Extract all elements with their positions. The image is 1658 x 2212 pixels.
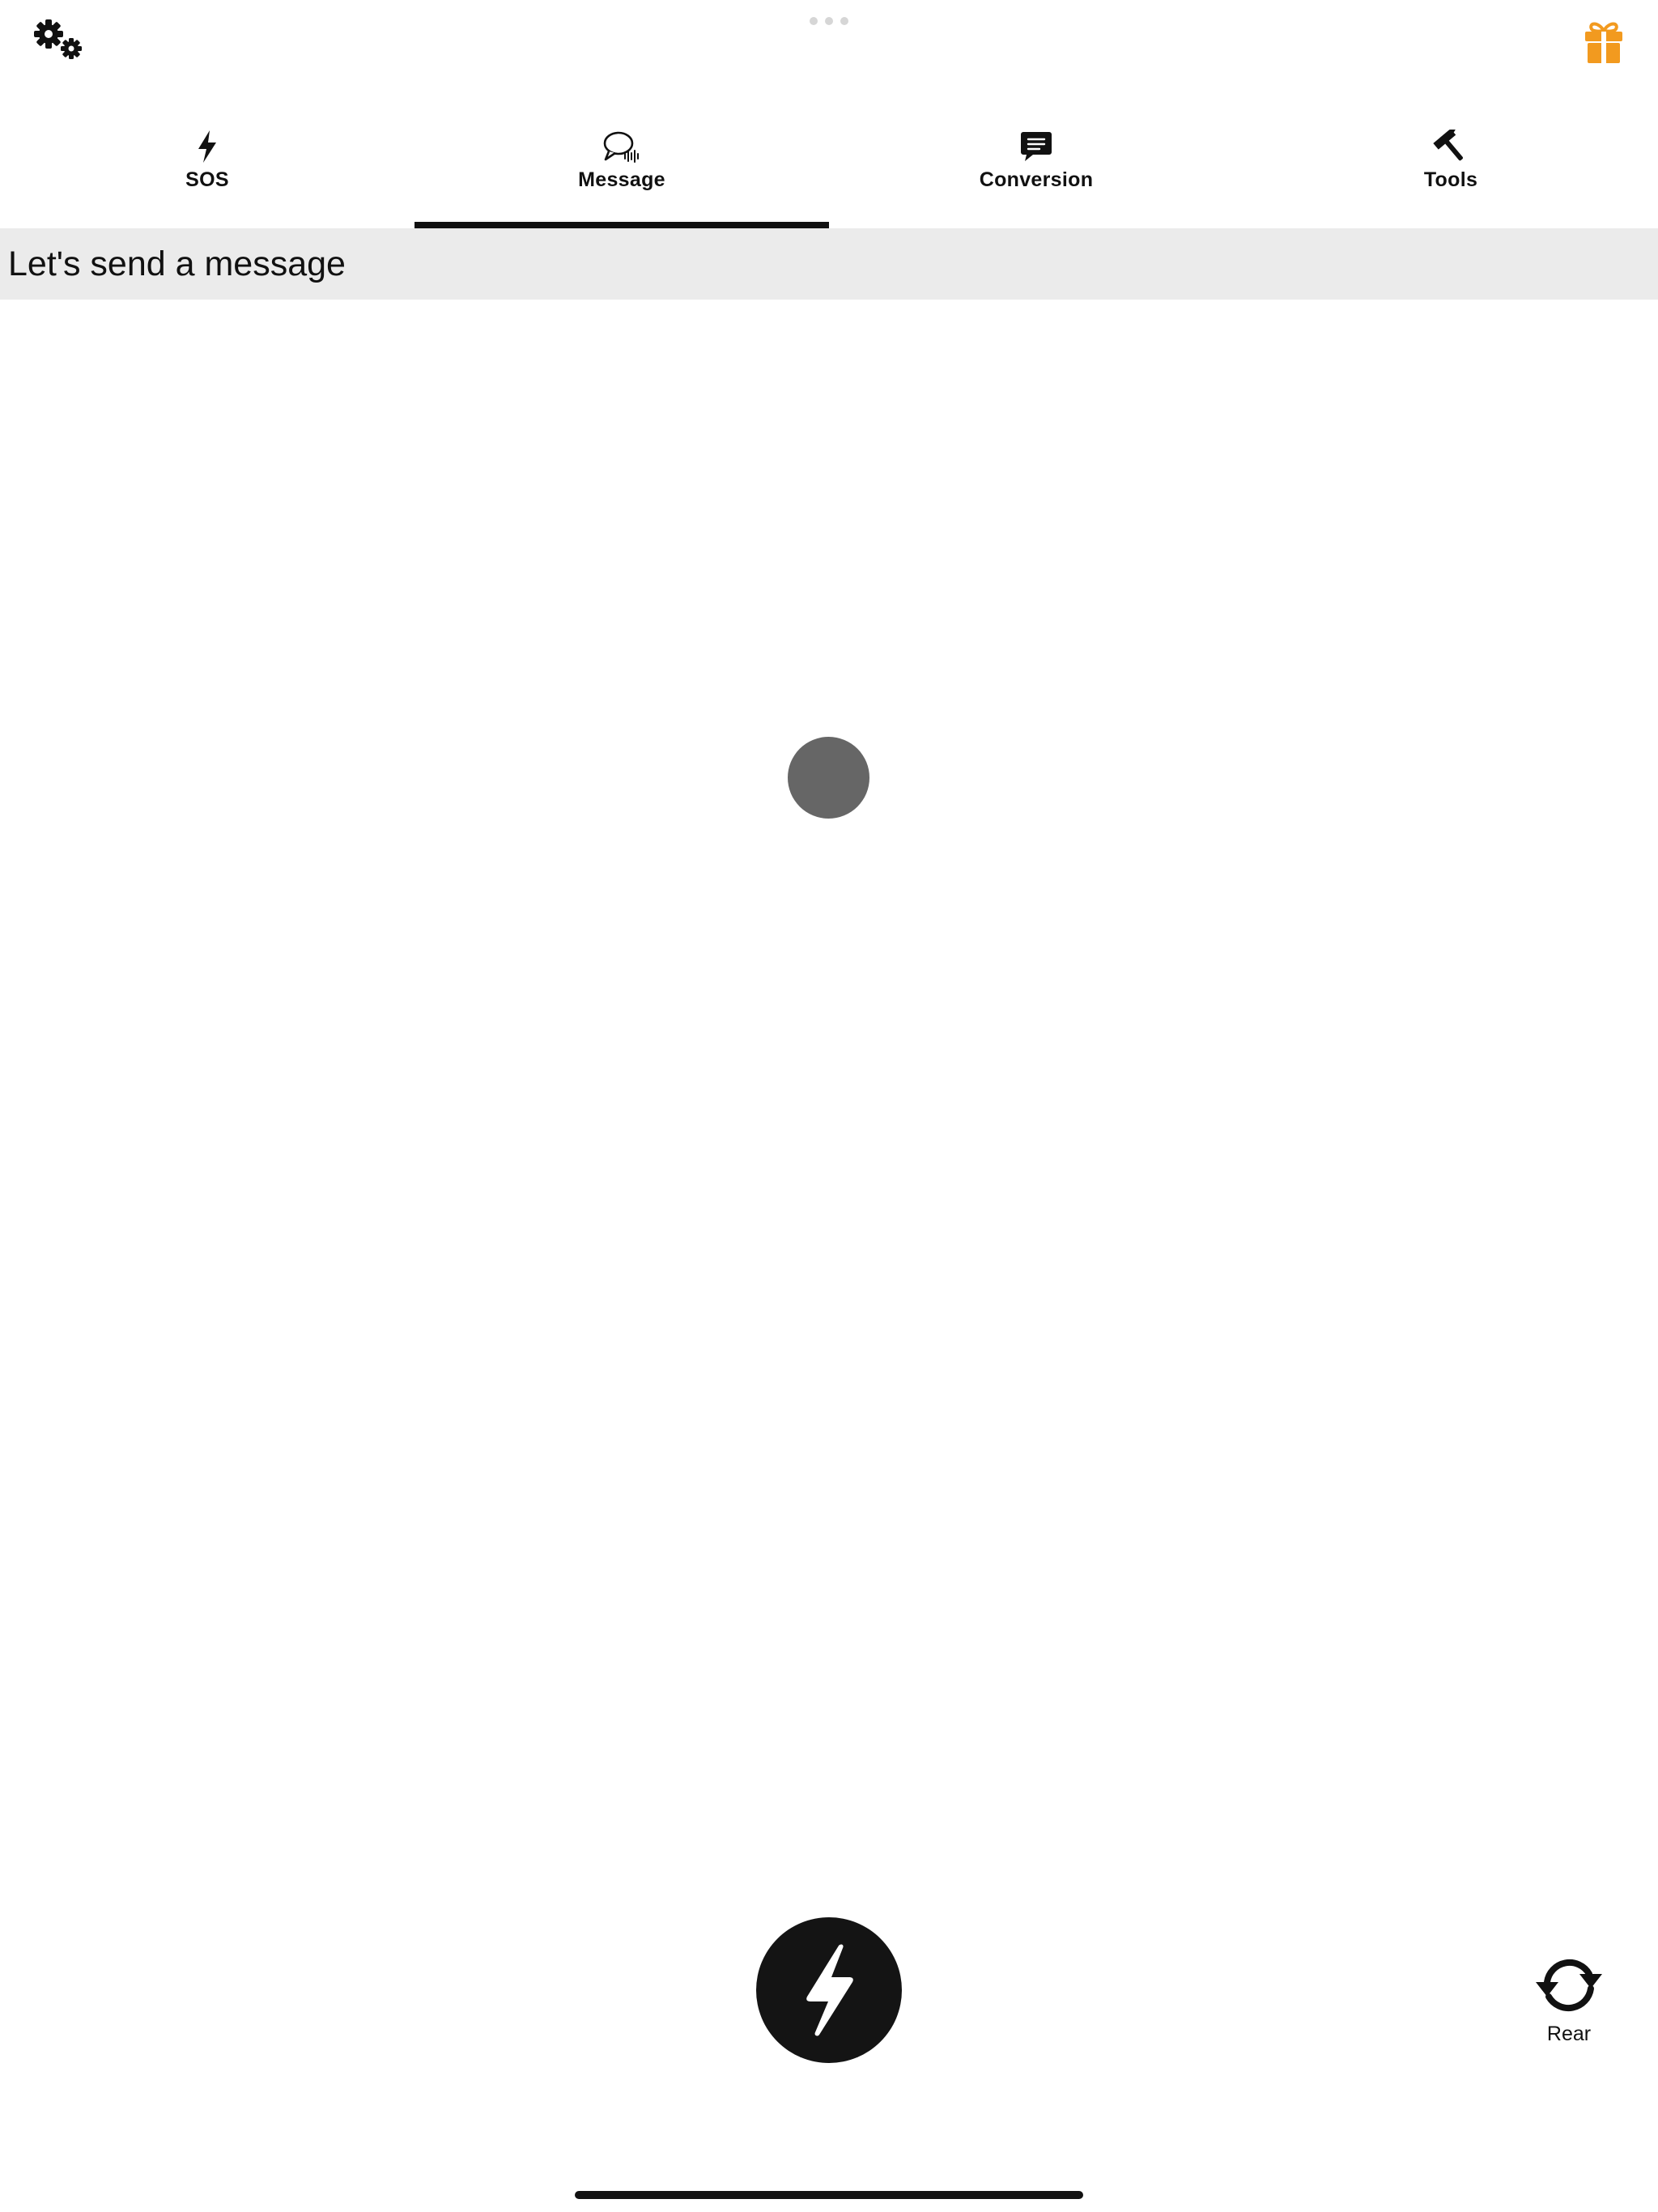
bolt-icon xyxy=(806,1944,853,2036)
tab-sos[interactable]: SOS xyxy=(0,113,414,228)
tab-label: Message xyxy=(578,168,665,191)
chat-bubble-icon xyxy=(1017,128,1056,165)
bolt-icon xyxy=(188,128,227,165)
settings-button[interactable] xyxy=(31,16,89,65)
rotate-camera-icon xyxy=(1536,1959,1602,2012)
hammer-icon xyxy=(1431,128,1470,165)
gears-icon xyxy=(34,19,82,59)
gift-button[interactable] xyxy=(1584,19,1624,63)
tab-message[interactable]: Message xyxy=(414,113,829,228)
tab-label: Conversion xyxy=(979,168,1094,191)
tab-tools[interactable]: Tools xyxy=(1244,113,1658,228)
gift-icon xyxy=(1585,22,1622,63)
flash-button[interactable] xyxy=(756,1917,902,2063)
section-header: Let's send a message xyxy=(0,228,1658,300)
signal-indicator xyxy=(788,737,869,819)
camera-switch-label: Rear xyxy=(1546,2023,1592,2045)
tab-conversion[interactable]: Conversion xyxy=(829,113,1244,228)
camera-switch-button[interactable]: Rear xyxy=(1522,1953,1616,2066)
tab-bar: SOS Message Conversion Tools xyxy=(0,113,1658,228)
page-title: Let's send a message xyxy=(8,244,346,283)
speech-bubble-icon xyxy=(602,128,641,165)
tab-label: SOS xyxy=(185,168,229,191)
tab-label: Tools xyxy=(1423,168,1478,191)
home-indicator[interactable] xyxy=(575,2191,1083,2199)
more-dots-icon[interactable] xyxy=(810,16,848,26)
app-screen: SOS Message Conversion Tools Let's send … xyxy=(0,0,1658,2212)
